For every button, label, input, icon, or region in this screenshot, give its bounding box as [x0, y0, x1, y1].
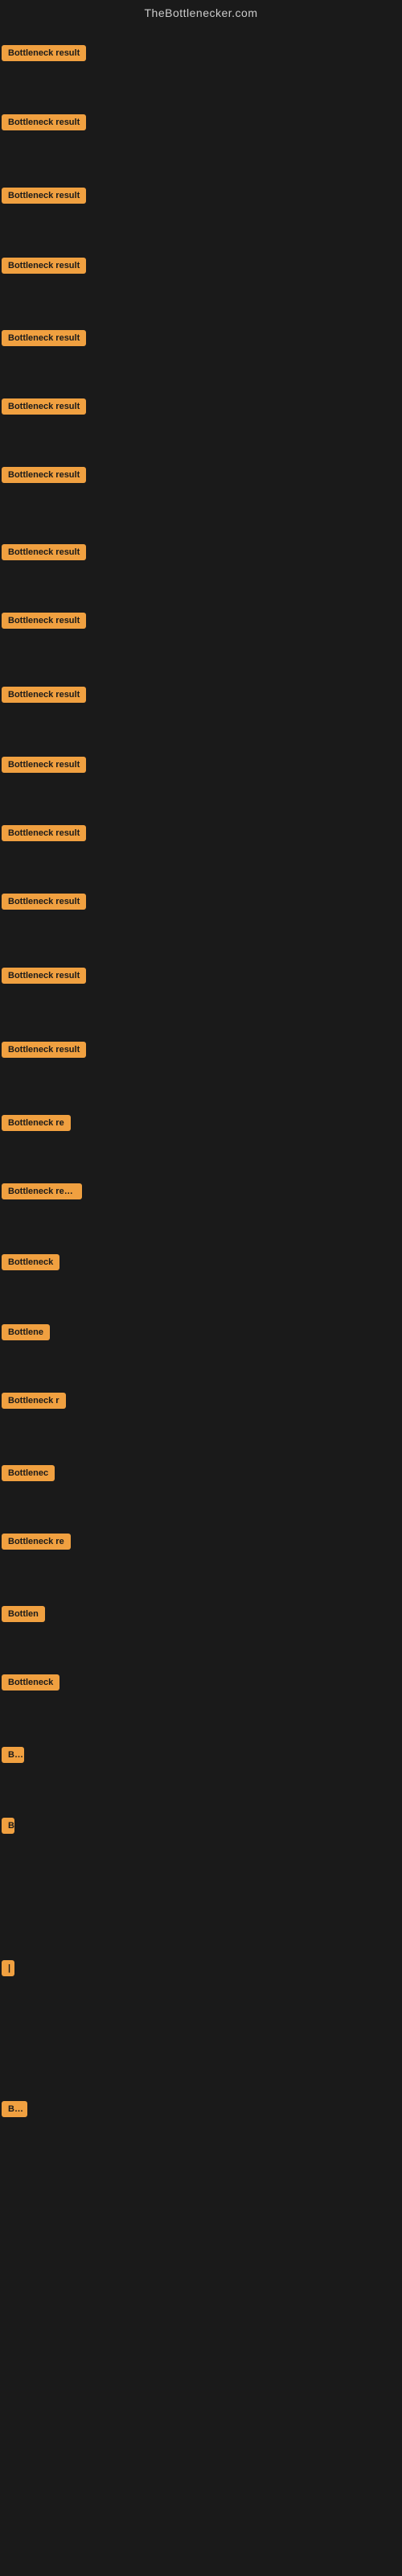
- bottleneck-badge-25[interactable]: Bo: [2, 1747, 24, 1763]
- result-row-21: Bottlenec: [2, 1465, 55, 1485]
- bottleneck-badge-4[interactable]: Bottleneck result: [2, 258, 86, 274]
- bottleneck-badge-15[interactable]: Bottleneck result: [2, 1042, 86, 1058]
- result-row-26: B: [2, 1818, 14, 1838]
- result-row-19: Bottlene: [2, 1324, 50, 1344]
- result-row-16: Bottleneck re: [2, 1115, 71, 1135]
- result-row-8: Bottleneck result: [2, 544, 86, 564]
- site-title: TheBottlenecker.com: [0, 0, 402, 26]
- bottleneck-badge-14[interactable]: Bottleneck result: [2, 968, 86, 984]
- bottleneck-badge-16[interactable]: Bottleneck re: [2, 1115, 71, 1131]
- result-row-14: Bottleneck result: [2, 968, 86, 988]
- result-row-4: Bottleneck result: [2, 258, 86, 278]
- result-row-24: Bottleneck: [2, 1674, 59, 1695]
- result-row-23: Bottlen: [2, 1606, 45, 1626]
- result-row-30: Bott: [2, 2101, 27, 2121]
- result-row-10: Bottleneck result: [2, 687, 86, 707]
- result-row-6: Bottleneck result: [2, 398, 86, 419]
- result-row-18: Bottleneck: [2, 1254, 59, 1274]
- bottleneck-badge-18[interactable]: Bottleneck: [2, 1254, 59, 1270]
- bottleneck-badge-13[interactable]: Bottleneck result: [2, 894, 86, 910]
- bottleneck-badge-2[interactable]: Bottleneck result: [2, 114, 86, 130]
- bottleneck-badge-1[interactable]: Bottleneck result: [2, 45, 86, 61]
- bottleneck-badge-30[interactable]: Bott: [2, 2101, 27, 2117]
- result-row-15: Bottleneck result: [2, 1042, 86, 1062]
- result-row-2: Bottleneck result: [2, 114, 86, 134]
- bottleneck-badge-24[interactable]: Bottleneck: [2, 1674, 59, 1690]
- bottleneck-badge-21[interactable]: Bottlenec: [2, 1465, 55, 1481]
- result-row-5: Bottleneck result: [2, 330, 86, 350]
- bottleneck-badge-28[interactable]: |: [2, 1960, 14, 1976]
- bottleneck-badge-23[interactable]: Bottlen: [2, 1606, 45, 1622]
- bottleneck-badge-19[interactable]: Bottlene: [2, 1324, 50, 1340]
- bottleneck-badge-26[interactable]: B: [2, 1818, 14, 1834]
- result-row-3: Bottleneck result: [2, 188, 86, 208]
- bottleneck-badge-8[interactable]: Bottleneck result: [2, 544, 86, 560]
- bottleneck-badge-12[interactable]: Bottleneck result: [2, 825, 86, 841]
- bottleneck-badge-3[interactable]: Bottleneck result: [2, 188, 86, 204]
- result-row-13: Bottleneck result: [2, 894, 86, 914]
- bottleneck-badge-5[interactable]: Bottleneck result: [2, 330, 86, 346]
- bottleneck-badge-17[interactable]: Bottleneck resul: [2, 1183, 82, 1199]
- bottleneck-badge-22[interactable]: Bottleneck re: [2, 1534, 71, 1550]
- bottleneck-badge-6[interactable]: Bottleneck result: [2, 398, 86, 415]
- result-row-22: Bottleneck re: [2, 1534, 71, 1554]
- result-row-28: |: [2, 1960, 14, 1980]
- result-row-25: Bo: [2, 1747, 24, 1767]
- bottleneck-badge-10[interactable]: Bottleneck result: [2, 687, 86, 703]
- result-row-7: Bottleneck result: [2, 467, 86, 487]
- bottleneck-badge-9[interactable]: Bottleneck result: [2, 613, 86, 629]
- result-row-20: Bottleneck r: [2, 1393, 66, 1413]
- result-row-11: Bottleneck result: [2, 757, 86, 777]
- result-row-12: Bottleneck result: [2, 825, 86, 845]
- result-row-9: Bottleneck result: [2, 613, 86, 633]
- bottleneck-badge-20[interactable]: Bottleneck r: [2, 1393, 66, 1409]
- result-row-17: Bottleneck resul: [2, 1183, 82, 1203]
- bottleneck-badge-11[interactable]: Bottleneck result: [2, 757, 86, 773]
- bottleneck-badge-7[interactable]: Bottleneck result: [2, 467, 86, 483]
- result-row-1: Bottleneck result: [2, 45, 86, 65]
